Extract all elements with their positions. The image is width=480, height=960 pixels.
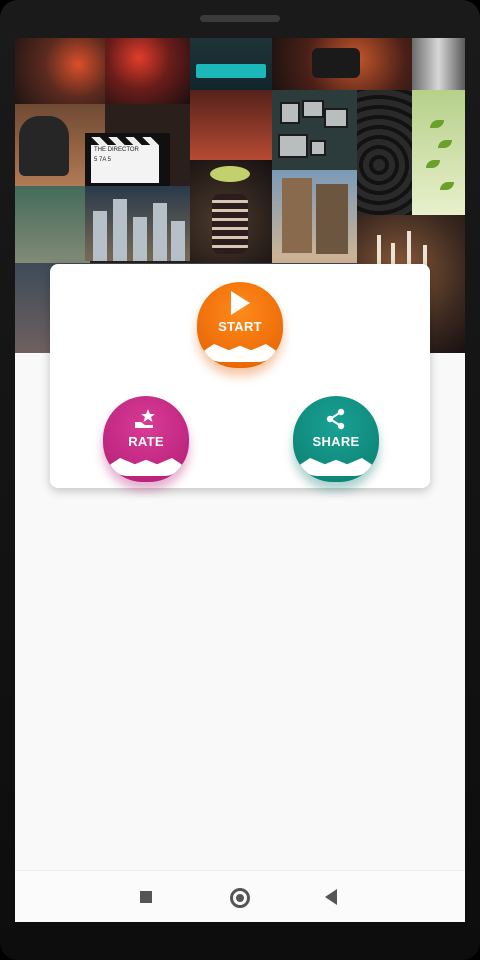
rate-label: RATE	[128, 434, 164, 449]
hand-star-icon	[103, 408, 189, 435]
menu-card: START RATE SHARE	[50, 264, 430, 488]
collage-guitar-photo	[15, 38, 105, 104]
start-label: START	[218, 319, 262, 334]
play-icon	[197, 290, 283, 321]
back-triangle-icon[interactable]	[325, 889, 337, 905]
share-button[interactable]: SHARE	[293, 396, 379, 482]
rate-button[interactable]: RATE	[103, 396, 189, 482]
collage-sweater-photo	[190, 160, 272, 263]
share-label: SHARE	[312, 434, 360, 449]
share-icon	[293, 408, 379, 435]
collage-frames-photo	[272, 90, 357, 170]
clapperboard-numbers: 5 7A 5	[94, 157, 112, 163]
clapperboard-title: THE DIRECTOR	[94, 147, 139, 153]
collage-city-photo	[85, 186, 190, 261]
collage-bokeh-photo	[105, 38, 190, 104]
collage-plant-photo	[412, 90, 465, 215]
start-button[interactable]: START	[197, 282, 283, 368]
collage-camera-photo	[272, 38, 412, 90]
home-circle-icon[interactable]	[230, 888, 250, 908]
app-screen: THE DIRECTOR 5 7A 5 START RATE SHARE	[15, 38, 465, 922]
phone-speaker	[200, 15, 280, 22]
collage-clapperboard-photo: THE DIRECTOR 5 7A 5	[85, 133, 170, 188]
collage-street-photo	[412, 38, 465, 90]
collage-buildings-photo	[272, 170, 357, 263]
collage-vinyl-photo	[357, 90, 412, 215]
collage-lounge-photo	[190, 90, 272, 160]
phone-frame: THE DIRECTOR 5 7A 5 START RATE SHARE	[0, 0, 480, 960]
stop-square-icon[interactable]	[140, 891, 152, 903]
android-nav-bar	[15, 870, 465, 922]
